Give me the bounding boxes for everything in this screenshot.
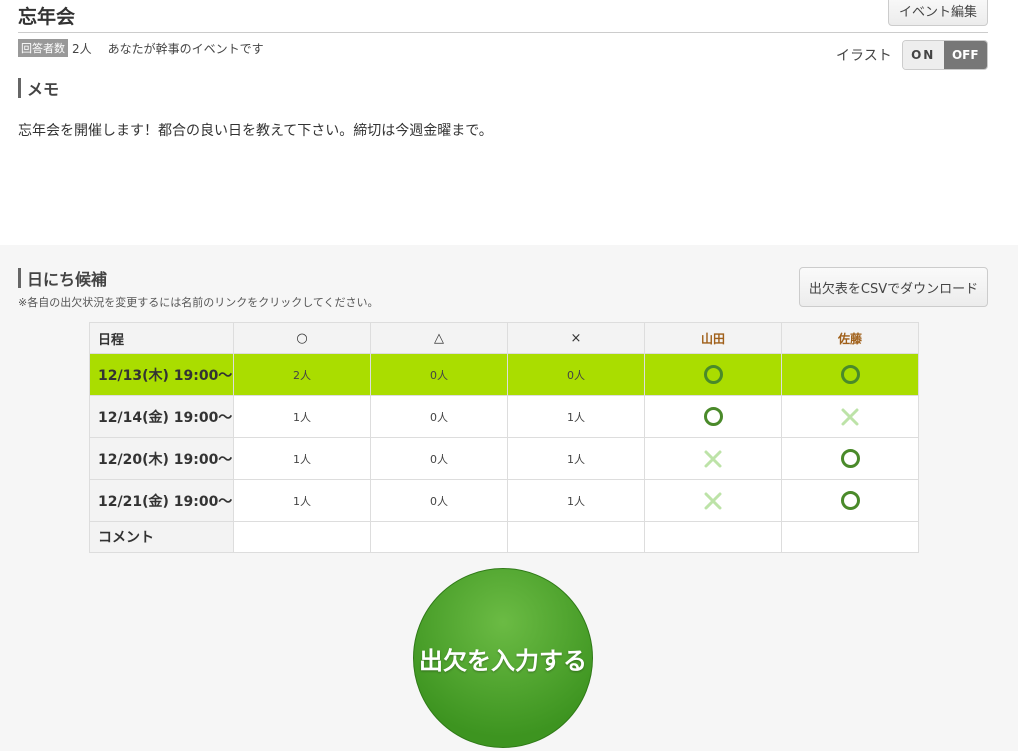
no-count-cell: 1人 <box>507 479 645 522</box>
comment-label: コメント <box>89 521 234 553</box>
comment-cell <box>370 521 508 553</box>
illust-toggle-group: イラスト ON OFF <box>836 40 988 70</box>
col-header-date: 日程 <box>89 322 234 354</box>
illust-label: イラスト <box>836 48 892 64</box>
schedule-table: 日程 ○ △ × 山田 佐藤 12/13(木) 19:00～ 2人 0人 0人 12/1… <box>89 322 919 553</box>
comment-cell <box>507 521 645 553</box>
maybe-count-cell: 0人 <box>370 395 508 438</box>
yes-count-cell: 1人 <box>233 395 371 438</box>
date-cell: 12/20(木) 19:00～ <box>89 437 234 480</box>
yamada-answer-cell <box>644 353 782 396</box>
absent-cross-icon <box>703 450 723 467</box>
schedule-note: ※各自の出欠状況を変更するには名前のリンクをクリックしてください。 <box>18 296 379 309</box>
no-count-cell: 1人 <box>507 395 645 438</box>
yes-count-cell: 1人 <box>233 437 371 480</box>
memo-heading: メモ <box>18 76 59 100</box>
heading-bar <box>18 78 21 98</box>
comment-cell <box>781 521 919 553</box>
date-cell: 12/21(金) 19:00～ <box>89 479 234 522</box>
col-header-yes: ○ <box>233 322 371 354</box>
no-count-cell: 0人 <box>507 353 645 396</box>
comment-row: コメント <box>89 521 919 553</box>
date-cell: 12/13(木) 19:00～ <box>89 353 234 396</box>
participant-link-sato[interactable]: 佐藤 <box>781 322 919 354</box>
organizer-note: あなたが幹事のイベントです <box>107 41 264 56</box>
yes-count-cell: 2人 <box>233 353 371 396</box>
table-row: 12/14(金) 19:00～ 1人 0人 1人 <box>89 395 919 438</box>
yamada-answer-cell <box>644 395 782 438</box>
yamada-answer-cell <box>644 437 782 480</box>
respondents-badge: 回答者数 <box>18 39 68 57</box>
sato-answer-cell <box>781 479 919 522</box>
comment-cell <box>233 521 371 553</box>
no-count-cell: 1人 <box>507 437 645 480</box>
attend-circle-icon <box>703 365 723 384</box>
edit-event-button[interactable]: イベント編集 <box>888 0 988 26</box>
csv-download-button[interactable]: 出欠表をCSVでダウンロード <box>799 267 988 307</box>
memo-heading-text: メモ <box>27 80 60 99</box>
title-divider <box>18 32 988 33</box>
yes-count-cell: 1人 <box>233 479 371 522</box>
table-row: 12/13(木) 19:00～ 2人 0人 0人 <box>89 353 919 396</box>
maybe-count-cell: 0人 <box>370 437 508 480</box>
attend-circle-icon <box>703 407 723 426</box>
maybe-count-cell: 0人 <box>370 479 508 522</box>
event-header-area: 忘年会 イベント編集 回答者数 2人 あなたが幹事のイベントです イラスト ON… <box>0 0 1018 245</box>
absent-cross-icon <box>840 408 860 425</box>
table-row: 12/21(金) 19:00～ 1人 0人 1人 <box>89 479 919 522</box>
sato-answer-cell <box>781 395 919 438</box>
schedule-heading: 日にち候補 <box>18 266 107 290</box>
heading-bar <box>18 268 21 288</box>
participant-link-yamada[interactable]: 山田 <box>644 322 782 354</box>
table-row: 12/20(木) 19:00～ 1人 0人 1人 <box>89 437 919 480</box>
attend-circle-icon <box>840 365 860 384</box>
table-header-row: 日程 ○ △ × 山田 佐藤 <box>89 322 919 354</box>
illust-on-button[interactable]: ON <box>902 41 944 69</box>
date-cell: 12/14(金) 19:00～ <box>89 395 234 438</box>
absent-cross-icon <box>703 492 723 509</box>
sato-answer-cell <box>781 437 919 480</box>
comment-cell <box>644 521 782 553</box>
illust-toggle[interactable]: ON OFF <box>901 40 988 70</box>
col-header-maybe: △ <box>370 322 508 354</box>
illust-off-button[interactable]: OFF <box>943 41 987 69</box>
event-title: 忘年会 <box>18 6 76 28</box>
sato-answer-cell <box>781 353 919 396</box>
col-header-no: × <box>507 322 645 354</box>
attend-circle-icon <box>840 491 860 510</box>
yamada-answer-cell <box>644 479 782 522</box>
memo-text: 忘年会を開催します！都合の良い日を教えて下さい。締切は今週金曜まで。 <box>18 123 493 139</box>
respondents-count: 2人 <box>72 41 92 56</box>
submit-attendance-button[interactable]: 出欠を入力する <box>413 568 593 748</box>
maybe-count-cell: 0人 <box>370 353 508 396</box>
attend-circle-icon <box>840 449 860 468</box>
schedule-heading-text: 日にち候補 <box>27 270 108 289</box>
event-meta: 回答者数 2人 あなたが幹事のイベントです <box>18 39 264 57</box>
